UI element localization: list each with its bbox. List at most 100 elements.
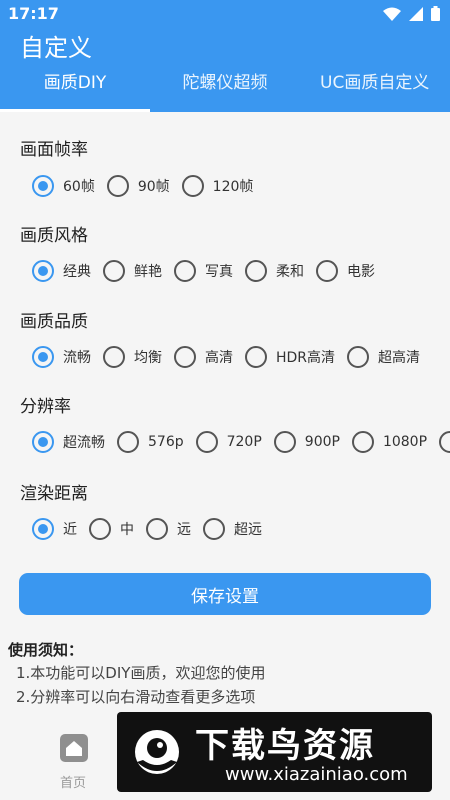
- status-time: 17:17: [8, 4, 59, 23]
- radio-button[interactable]: [174, 346, 196, 368]
- radio-label: 均衡: [134, 350, 162, 366]
- radio-option[interactable]: 720P: [195, 431, 262, 453]
- radio-label: 超高清: [378, 350, 421, 366]
- radio-option[interactable]: [439, 431, 450, 453]
- radio-label: 720P: [226, 434, 262, 450]
- watermark-overlay: 下载鸟资源 www.xiazainiao.com: [117, 712, 432, 792]
- radio-option[interactable]: HDR高清: [245, 346, 335, 368]
- radio-button[interactable]: [347, 346, 370, 368]
- radio-option[interactable]: 900P: [273, 431, 340, 453]
- radio-option[interactable]: 60帧: [32, 175, 95, 197]
- radio-group-render-distance: 近 中 远 超远: [32, 516, 274, 542]
- radio-label: 写真: [205, 264, 233, 280]
- tab-picture-diy[interactable]: 画质DIY: [0, 62, 150, 112]
- radio-option[interactable]: 576p: [117, 431, 184, 453]
- notice-title: 使用须知：: [8, 641, 84, 659]
- radio-label: 60帧: [63, 179, 95, 195]
- radio-label: 远: [177, 522, 191, 538]
- radio-label: 高清: [205, 350, 233, 366]
- wifi-icon: [383, 7, 401, 21]
- radio-label: 鲜艳: [134, 264, 162, 280]
- section-title-frame-rate: 画面帧率: [20, 140, 88, 160]
- radio-button[interactable]: [273, 431, 296, 453]
- radio-option[interactable]: 超流畅: [32, 431, 105, 453]
- radio-button[interactable]: [32, 260, 54, 282]
- battery-icon: [431, 6, 440, 21]
- tab-bar: 画质DIY 陀螺仪超频 UC画质自定义: [0, 62, 450, 112]
- radio-button[interactable]: [174, 260, 196, 282]
- radio-button[interactable]: [89, 518, 111, 540]
- radio-option[interactable]: 写真: [174, 260, 233, 282]
- tab-gyroscope-overclock[interactable]: 陀螺仪超频: [150, 62, 300, 112]
- radio-option[interactable]: 近: [32, 518, 77, 540]
- radio-option[interactable]: 超高清: [347, 346, 420, 368]
- radio-label: 900P: [304, 434, 340, 450]
- page-title: 自定义: [20, 34, 92, 62]
- radio-button[interactable]: [245, 260, 267, 282]
- bird-logo-icon: [135, 730, 179, 774]
- notice-line: 1.本功能可以DIY画质，欢迎您的使用: [16, 664, 266, 682]
- radio-button[interactable]: [103, 260, 125, 282]
- radio-label: 576p: [148, 434, 184, 450]
- radio-label: 1080P: [382, 434, 428, 450]
- app-header: 17:17 自定义 画质DIY 陀螺仪超频 UC画质自定义: [0, 0, 450, 112]
- radio-button[interactable]: [106, 175, 129, 197]
- radio-option[interactable]: 柔和: [245, 260, 304, 282]
- radio-label: 120帧: [212, 179, 254, 195]
- signal-icon: [409, 6, 423, 21]
- radio-button[interactable]: [32, 518, 54, 540]
- status-bar: 17:17: [0, 0, 450, 26]
- radio-label: 近: [63, 522, 77, 538]
- radio-group-frame-rate: 60帧 90帧 120帧: [32, 173, 265, 199]
- radio-button[interactable]: [245, 346, 267, 368]
- section-title-resolution: 分辨率: [20, 397, 71, 417]
- radio-button[interactable]: [32, 346, 54, 368]
- radio-button[interactable]: [195, 431, 218, 453]
- radio-option[interactable]: 经典: [32, 260, 91, 282]
- radio-label: 超远: [234, 522, 262, 538]
- tab-indicator: [0, 109, 150, 112]
- radio-group-style: 经典 鲜艳 写真 柔和 电影: [32, 258, 387, 284]
- radio-label: 流畅: [63, 350, 91, 366]
- radio-option[interactable]: 超远: [203, 518, 262, 540]
- radio-button[interactable]: [181, 175, 204, 197]
- radio-label: 电影: [347, 264, 375, 280]
- tab-uc-quality-custom[interactable]: UC画质自定义: [300, 62, 450, 112]
- radio-button[interactable]: [32, 175, 54, 197]
- section-title-render-distance: 渲染距离: [20, 484, 88, 504]
- radio-button[interactable]: [316, 260, 338, 282]
- notice-line: 2.分辨率可以向右滑动查看更多选项: [16, 688, 256, 706]
- nav-home-label[interactable]: 首页: [60, 772, 86, 791]
- radio-button[interactable]: [117, 431, 139, 453]
- radio-button[interactable]: [32, 431, 54, 453]
- radio-button[interactable]: [203, 518, 225, 540]
- radio-option[interactable]: 中: [89, 518, 134, 540]
- radio-option[interactable]: 电影: [316, 260, 375, 282]
- radio-group-resolution[interactable]: 超流畅 576p 720P 900P 1080P: [32, 429, 450, 455]
- radio-option[interactable]: 1080P: [351, 431, 428, 453]
- radio-group-quality: 流畅 均衡 高清 HDR高清 超高清: [32, 344, 432, 370]
- radio-label: 90帧: [137, 179, 170, 195]
- radio-label: 中: [120, 522, 134, 538]
- radio-button[interactable]: [351, 431, 374, 453]
- radio-label: 柔和: [276, 264, 304, 280]
- status-icons: [383, 6, 440, 21]
- radio-option[interactable]: 均衡: [103, 346, 162, 368]
- watermark-url: www.xiazainiao.com: [225, 764, 408, 785]
- home-icon[interactable]: [60, 734, 88, 762]
- radio-button[interactable]: [146, 518, 168, 540]
- radio-label: 经典: [63, 264, 91, 280]
- radio-option[interactable]: 90帧: [106, 175, 170, 197]
- section-title-style: 画质风格: [20, 226, 88, 246]
- radio-button[interactable]: [439, 431, 450, 453]
- radio-option[interactable]: 120帧: [181, 175, 254, 197]
- radio-option[interactable]: 高清: [174, 346, 233, 368]
- radio-label: 超流畅: [63, 435, 105, 451]
- radio-option[interactable]: 流畅: [32, 346, 91, 368]
- radio-option[interactable]: 鲜艳: [103, 260, 162, 282]
- save-settings-button[interactable]: 保存设置: [19, 573, 431, 615]
- section-title-quality: 画质品质: [20, 312, 88, 332]
- radio-button[interactable]: [103, 346, 125, 368]
- radio-label: HDR高清: [276, 350, 336, 366]
- radio-option[interactable]: 远: [146, 518, 191, 540]
